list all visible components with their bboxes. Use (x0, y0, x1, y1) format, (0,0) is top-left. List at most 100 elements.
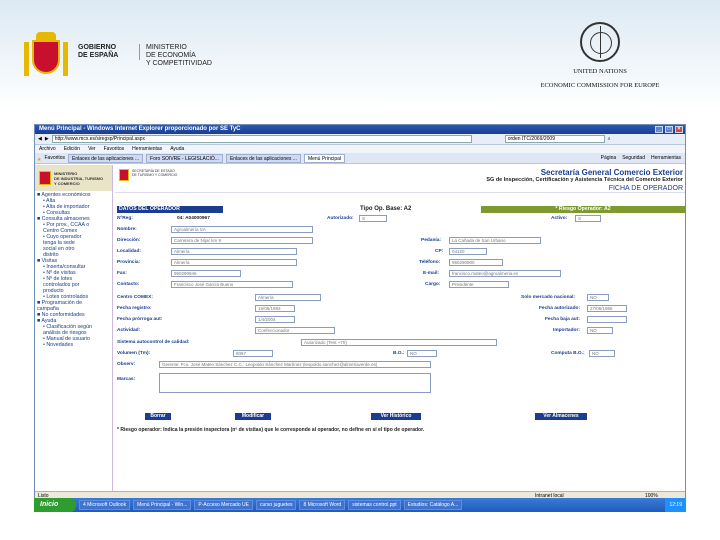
forward-icon[interactable]: ▶ (45, 136, 49, 142)
nombre-field[interactable]: Agroalmería SA (171, 226, 313, 233)
activo-field[interactable]: S (575, 215, 601, 222)
borrar-button[interactable]: Borrar (145, 413, 171, 420)
taskbar-item-outlook[interactable]: 4 Microsoft Outlook (79, 500, 131, 510)
favorites-star-icon[interactable]: ★ (37, 157, 41, 163)
contacto-field[interactable]: Francisco José García Bueno (171, 281, 293, 288)
pedania-label: Pedanía: (421, 238, 441, 243)
window-title-text: Menú Principal - Windows Internet Explor… (39, 126, 241, 132)
fecha-baja-field[interactable] (587, 316, 627, 323)
tab-bar: ★ Favoritos Enlaces de las aplicaciones … (35, 153, 685, 164)
nombre-label: Nombre: (117, 227, 137, 232)
cargo-field[interactable]: Presidente (449, 281, 509, 288)
tab-menu-principal[interactable]: Menú Principal (303, 154, 346, 163)
fecha-prorroga-label: Fecha prórroga aut: (117, 317, 163, 322)
ministry-label: MINISTERIO DE ECONOMÍA Y COMPETITIVIDAD (146, 44, 212, 67)
telefono-label: Teléfono: (419, 260, 441, 265)
actividad-field[interactable]: Confeccionador (255, 327, 335, 334)
crest-icon (119, 169, 129, 181)
sidebar-item[interactable]: • Novedades (37, 342, 110, 348)
pedania-field[interactable]: La Cañada de San Urbano (449, 237, 541, 244)
volumen-field[interactable]: 8067 (233, 350, 273, 357)
ministry-logo: MINISTERIO DE INDUSTRIA, TURISMO Y COMER… (35, 165, 112, 191)
provincia-field[interactable]: Almería (171, 259, 297, 266)
tab-enlaces-2[interactable]: Enlaces de las aplicaciones ... (225, 154, 301, 163)
observ-field[interactable]: Gerente: Fco. José Mateo Sánchez C.C.: L… (159, 361, 431, 368)
page-menu[interactable]: Página (601, 154, 617, 163)
modificar-button[interactable]: Modificar (235, 413, 271, 420)
sidebar-item[interactable]: • Clasificación según análisis de riesgo… (37, 324, 110, 336)
centro-comex-field[interactable]: Almería (255, 294, 321, 301)
menu-ayuda[interactable]: Ayuda (170, 145, 184, 153)
minimize-icon[interactable]: _ (655, 126, 663, 133)
observ-label: Observ: (117, 362, 136, 367)
tab-foro-soivre[interactable]: Foro SOIVRE - LEGISLACIÓ... (146, 154, 223, 163)
computa-bo-label: Computa B.O.: (551, 351, 585, 356)
sidebar-item-label: Novedades (46, 342, 74, 348)
computa-bo-field[interactable]: NO (589, 350, 615, 357)
ver-historico-button[interactable]: Ver Histórico (371, 413, 421, 420)
taskbar-item-curso-juguetes[interactable]: curso juguetes (255, 500, 297, 510)
importador-field[interactable]: NO (587, 327, 613, 334)
fecha-registro-field[interactable]: 15/06/1983 (255, 305, 295, 312)
ver-almacenes-button[interactable]: Ver Almacenes (535, 413, 587, 420)
taskbar-item-acceso-mercado[interactable]: P-Acceso Mercado UE (194, 500, 253, 510)
url-input[interactable]: http://www.mcx.es/siregsp/Principal.aspx (51, 135, 472, 143)
taskbar-item-sistemas-control[interactable]: sistemas control.ppt (348, 500, 401, 510)
menu-herramientas[interactable]: Herramientas (132, 145, 162, 153)
un-ece-logo: UNITED NATIONS ECONOMIC COMMISSION FOR E… (540, 22, 660, 90)
sidebar-item[interactable]: ■ Programación de campaña (37, 300, 110, 312)
fecha-autorizado-field[interactable]: 27/06/1986 (587, 305, 627, 312)
fecha-prorroga-field[interactable]: 1/4/2004 (255, 316, 295, 323)
favorites-button[interactable]: Favoritos (44, 154, 65, 163)
email-label: E-mail: (423, 271, 439, 276)
sidebar-item-label: Programación de campaña (37, 300, 83, 312)
centro-comex-label: Centro COMEX: (117, 295, 153, 300)
sistema-autocontrol-field[interactable]: Autorizado (Test +70) (301, 339, 497, 346)
security-menu[interactable]: Seguridad (622, 154, 645, 163)
taskbar-item-menu-principal[interactable]: Menú Principal - Win... (133, 500, 192, 510)
marcas-field[interactable] (159, 373, 431, 393)
taskbar-item-estudios[interactable]: Estudios: Catálogo A... (403, 500, 463, 510)
menu-edicion[interactable]: Edición (64, 145, 80, 153)
bo-field[interactable]: NO (407, 350, 437, 357)
localidad-field[interactable]: Almería (171, 248, 297, 255)
autorizado-field[interactable]: S (359, 215, 387, 222)
marcas-label: Marcas: (117, 377, 136, 382)
spain-crest-icon (39, 171, 51, 185)
menu-ver[interactable]: Ver (88, 145, 96, 153)
search-icon[interactable]: ⌕ (608, 136, 611, 142)
unece-label: ECONOMIC COMMISSION FOR EUROPE (540, 82, 660, 89)
gov-label: GOBIERNO DE ESPAÑA (78, 44, 140, 60)
taskbar-item-word[interactable]: 8 Microsoft Word (299, 500, 346, 510)
page-content: MINISTERIO DE INDUSTRIA, TURISMO Y COMER… (35, 165, 685, 491)
un-emblem-icon (580, 22, 620, 62)
header-title: Secretaría General Comercio Exterior (540, 168, 683, 177)
solo-mercado-field[interactable]: NO (587, 294, 609, 301)
clock: 12:19 (665, 498, 686, 512)
email-field[interactable]: francisco.mateo@agroalmeria.es (449, 270, 561, 277)
sidebar-item[interactable]: • Cuyo operador tenga la sede social en … (37, 234, 110, 258)
riesgo-note: * Riesgo operador: Indica la presión ins… (117, 427, 425, 433)
spain-coat-of-arms-icon (22, 30, 70, 82)
cp-field[interactable]: 04120 (449, 248, 487, 255)
sidebar-item[interactable]: • Por prov., CCAA o Centro Comex (37, 222, 110, 234)
maximize-icon[interactable]: □ (665, 126, 673, 133)
fecha-autorizado-label: Fecha autorizado: (539, 306, 581, 311)
close-icon[interactable]: × (675, 126, 683, 133)
menu-favoritos[interactable]: Favoritos (104, 145, 125, 153)
telefono-field[interactable]: 950290900 (449, 259, 503, 266)
back-icon[interactable]: ◀ (38, 136, 42, 142)
tipo-op-base: Tipo Op. Base: A2 (360, 206, 412, 212)
menu-archivo[interactable]: Archivo (39, 145, 56, 153)
cargo-label: Cargo: (425, 282, 441, 287)
tools-menu[interactable]: Herramientas (651, 154, 681, 163)
tab-enlaces-1[interactable]: Enlaces de las aplicaciones ... (68, 154, 144, 163)
solo-mercado-label: Solo mercado nacional: (521, 295, 576, 300)
search-input[interactable]: orden ITC/2069/2009 (504, 135, 605, 143)
main-panel: SECRETARÍA DE ESTADO DE TURISMO Y COMERC… (115, 165, 685, 491)
start-button[interactable]: Inicio (34, 498, 76, 512)
command-bar: Página Seguridad Herramientas (601, 154, 685, 163)
fax-field[interactable]: 950290946 (171, 270, 241, 277)
sidebar-item[interactable]: • Nº de lotes controlados por producto (37, 276, 110, 294)
direccion-field[interactable]: Carretera de Níjar km 9 (171, 237, 313, 244)
